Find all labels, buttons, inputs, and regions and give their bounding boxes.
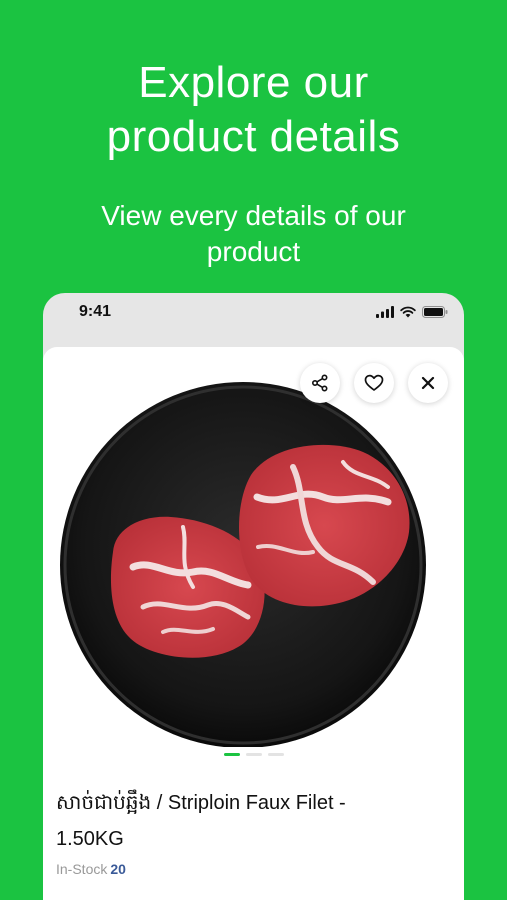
- promo-subheadline: View every details of our product: [0, 198, 507, 270]
- phone-mockup: 9:41 សាច់ជាប់ឆ្អឹង / Striploin Faux File…: [43, 293, 464, 900]
- subheadline-line-1: View every details of our: [101, 200, 406, 231]
- status-icons: [376, 306, 448, 318]
- subheadline-line-2: product: [206, 236, 301, 267]
- wifi-icon: [400, 306, 416, 318]
- stock-label: In-Stock: [56, 861, 108, 877]
- product-sheet: សាច់ជាប់ឆ្អឹង / Striploin Faux Filet - 1…: [43, 347, 464, 900]
- battery-icon: [422, 306, 448, 318]
- image-pagination: [43, 753, 464, 756]
- promo-headline: Explore our product details: [0, 56, 507, 164]
- stock-count: 20: [110, 861, 126, 877]
- close-icon: [421, 376, 435, 390]
- headline-line-2: product details: [106, 112, 401, 161]
- product-image[interactable]: [43, 347, 464, 747]
- headline-line-1: Explore our: [138, 58, 369, 107]
- share-button[interactable]: [300, 363, 340, 403]
- product-title-line-2: 1.50KG: [56, 828, 124, 850]
- pagination-dot-2[interactable]: [245, 753, 262, 756]
- product-title-line-1: សាច់ជាប់ឆ្អឹង / Striploin Faux Filet -: [56, 792, 346, 814]
- pagination-dot-3[interactable]: [267, 753, 284, 756]
- product-title: សាច់ជាប់ឆ្អឹង / Striploin Faux Filet - 1…: [56, 785, 451, 857]
- status-time: 9:41: [79, 303, 112, 320]
- share-icon: [311, 374, 328, 392]
- image-actions: [300, 363, 448, 403]
- signal-icon: [376, 306, 394, 318]
- close-button[interactable]: [408, 363, 448, 403]
- favorite-button[interactable]: [354, 363, 394, 403]
- stock-status: In-Stock 20: [56, 861, 126, 877]
- heart-icon: [364, 374, 384, 391]
- status-bar: 9:41: [43, 293, 464, 337]
- pagination-dot-1[interactable]: [223, 753, 240, 756]
